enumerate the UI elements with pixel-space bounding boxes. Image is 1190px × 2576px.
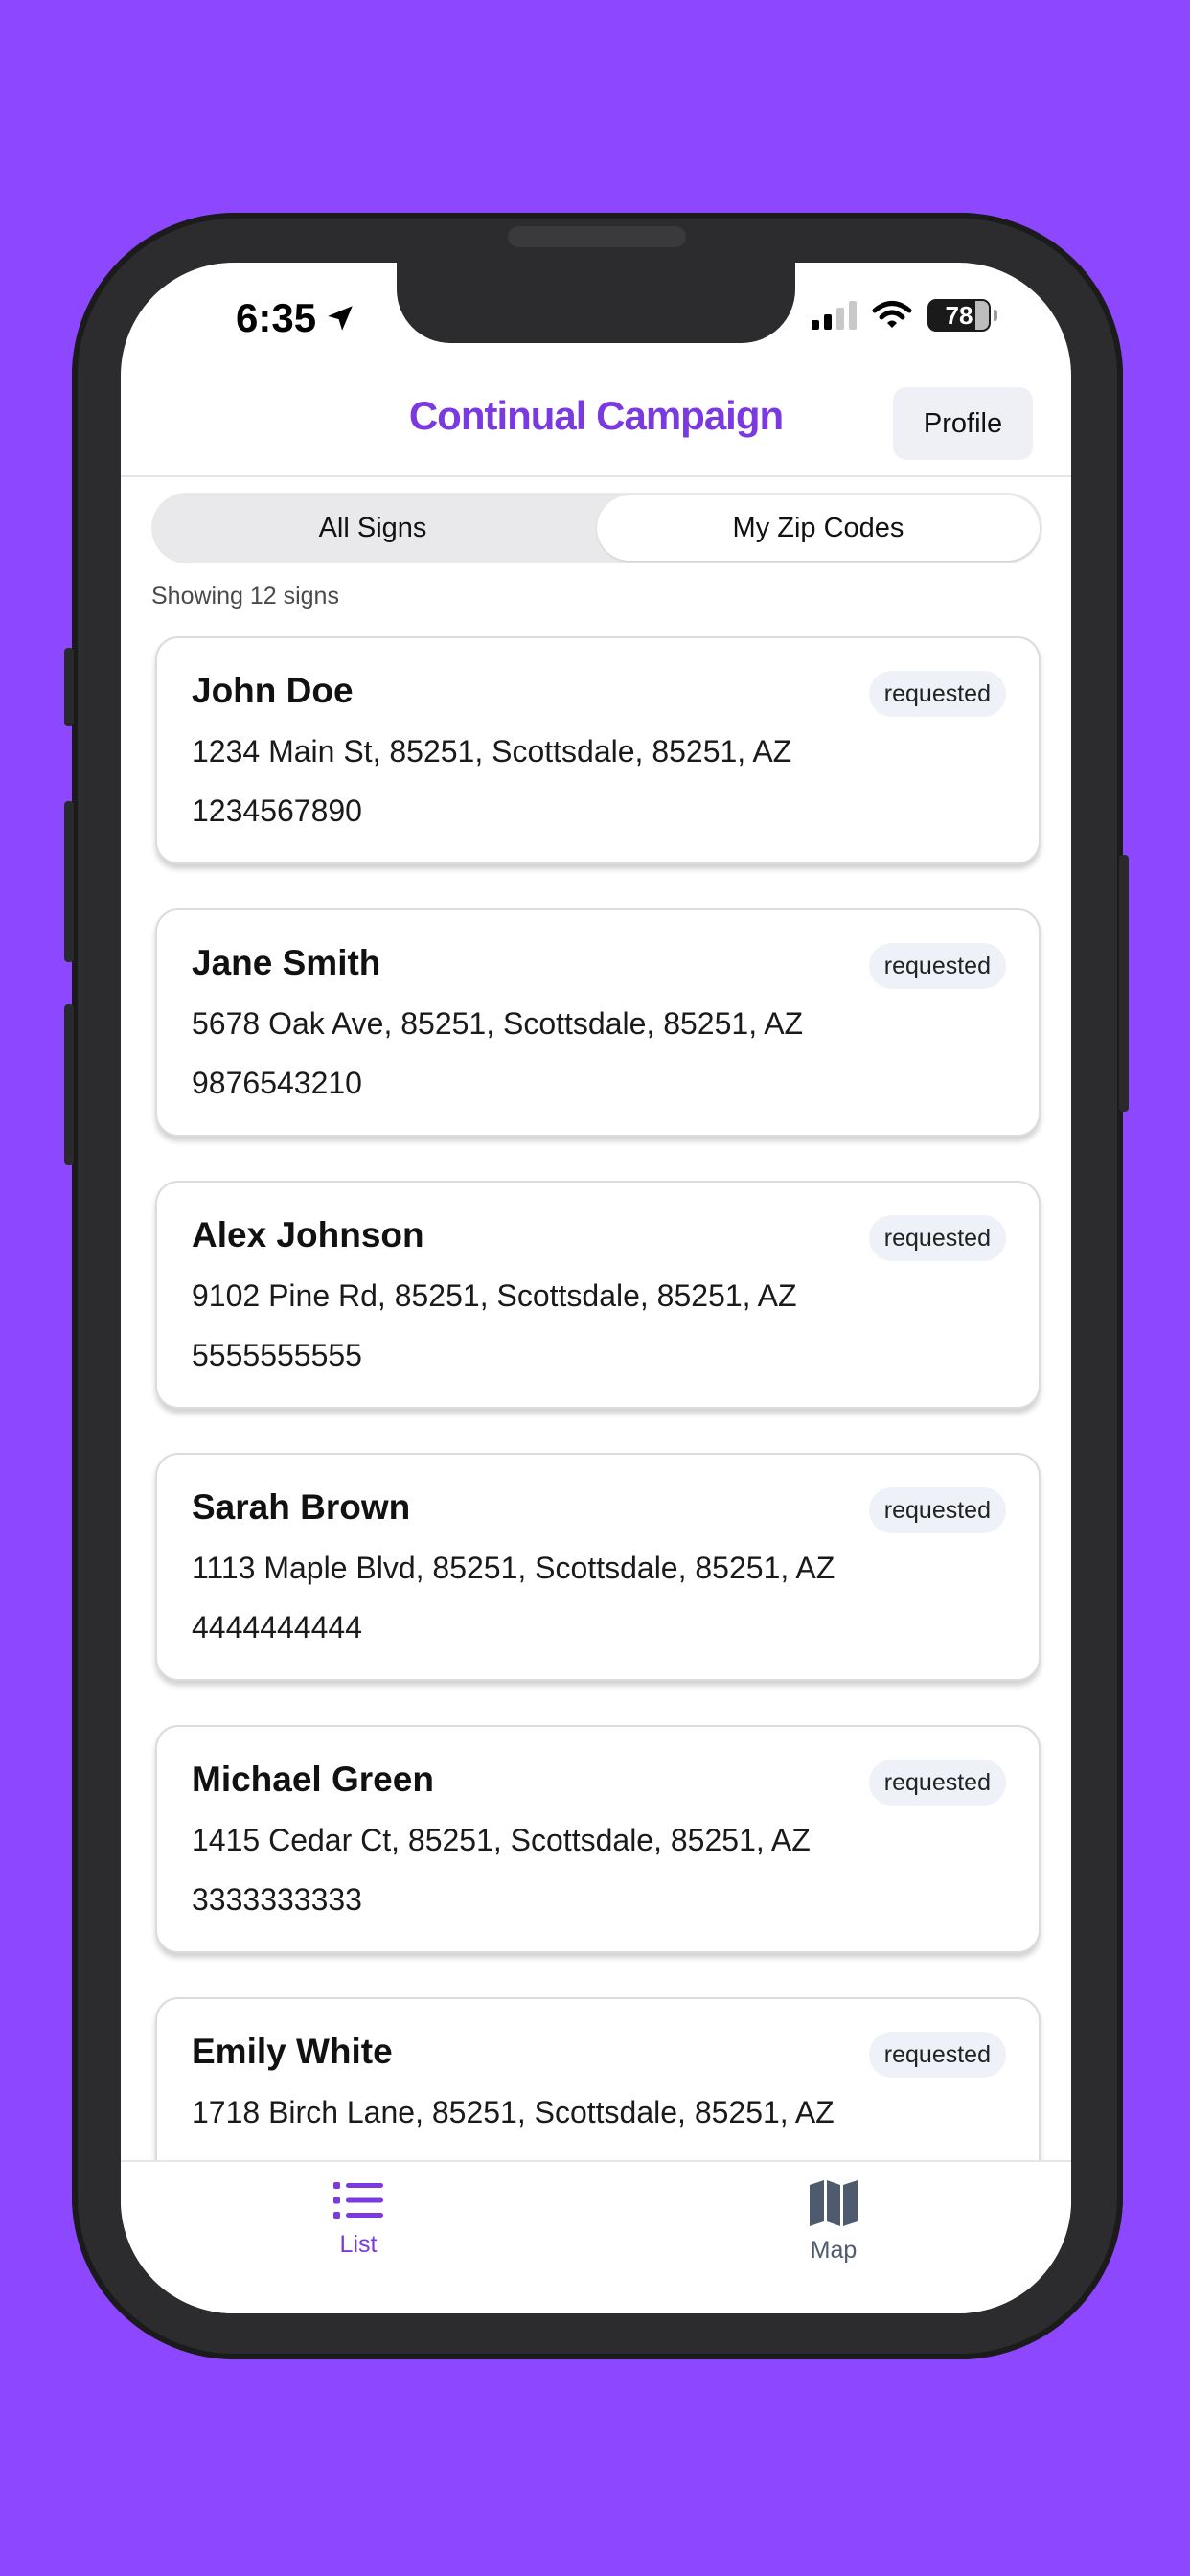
sign-list: John Doe requested 1234 Main St, 85251, … (155, 636, 1041, 2269)
status-badge: requested (868, 671, 1006, 717)
sign-address: 5678 Oak Ave, 85251, Scottsdale, 85251, … (192, 1006, 804, 1041)
sign-phone: 3333333333 (192, 1882, 362, 1917)
header-divider (121, 475, 1071, 477)
sign-card[interactable]: Alex Johnson requested 9102 Pine Rd, 852… (155, 1181, 1041, 1409)
sign-address: 1234 Main St, 85251, Scottsdale, 85251, … (192, 734, 792, 769)
app-screen: 6:35 78 Continual Campaign Profile All S… (121, 263, 1071, 2313)
tab-all-signs[interactable]: All Signs (151, 493, 594, 564)
sign-address: 9102 Pine Rd, 85251, Scottsdale, 85251, … (192, 1278, 797, 1313)
sign-address: 1113 Maple Blvd, 85251, Scottsdale, 8525… (192, 1551, 835, 1585)
segmented-control: All Signs My Zip Codes (151, 493, 1042, 564)
sign-address: 1718 Birch Lane, 85251, Scottsdale, 8525… (192, 2095, 835, 2129)
tab-map[interactable]: Map (596, 2162, 1071, 2313)
sign-name: Jane Smith (192, 943, 381, 982)
volume-down-button (64, 1004, 74, 1165)
status-indicators: 78 (812, 299, 997, 332)
battery-icon: 78 (927, 299, 997, 332)
map-icon (810, 2180, 858, 2226)
sign-name: Alex Johnson (192, 1215, 424, 1254)
list-icon (333, 2182, 383, 2219)
tab-list-label: List (339, 2231, 378, 2258)
result-count: Showing 12 signs (151, 583, 339, 610)
status-badge: requested (868, 1760, 1006, 1806)
tab-list[interactable]: List (121, 2162, 596, 2313)
status-badge: requested (868, 1215, 1006, 1261)
status-badge: requested (868, 943, 1006, 989)
power-button (1119, 855, 1129, 1112)
sign-card[interactable]: Sarah Brown requested 1113 Maple Blvd, 8… (155, 1453, 1041, 1681)
sign-phone: 5555555555 (192, 1338, 362, 1372)
sign-card[interactable]: John Doe requested 1234 Main St, 85251, … (155, 636, 1041, 864)
wifi-icon (872, 301, 912, 328)
notch (397, 263, 795, 343)
location-arrow-icon (328, 306, 353, 331)
battery-level: 78 (945, 300, 973, 330)
status-badge: requested (868, 1487, 1006, 1533)
sign-name: Emily White (192, 2032, 393, 2071)
speaker-grille (508, 226, 686, 247)
tab-my-zip-codes[interactable]: My Zip Codes (597, 495, 1040, 561)
sign-phone: 9876543210 (192, 1066, 362, 1100)
profile-button[interactable]: Profile (893, 387, 1033, 460)
mute-switch (64, 648, 74, 726)
sign-phone: 4444444444 (192, 1610, 362, 1644)
sign-name: Sarah Brown (192, 1487, 411, 1527)
sign-card[interactable]: Jane Smith requested 5678 Oak Ave, 85251… (155, 908, 1041, 1137)
status-badge: requested (868, 2032, 1006, 2078)
sign-phone: 1234567890 (192, 794, 362, 828)
sign-address: 1415 Cedar Ct, 85251, Scottsdale, 85251,… (192, 1823, 811, 1857)
sign-card[interactable]: Michael Green requested 1415 Cedar Ct, 8… (155, 1725, 1041, 1953)
sign-name: John Doe (192, 671, 354, 710)
cellular-signal-icon (812, 301, 857, 330)
tab-map-label: Map (810, 2237, 858, 2264)
time-text: 6:35 (236, 295, 317, 340)
sign-name: Michael Green (192, 1760, 434, 1799)
volume-up-button (64, 801, 74, 962)
bottom-tab-bar: List Map (121, 2160, 1071, 2313)
status-time: 6:35 (236, 295, 356, 341)
